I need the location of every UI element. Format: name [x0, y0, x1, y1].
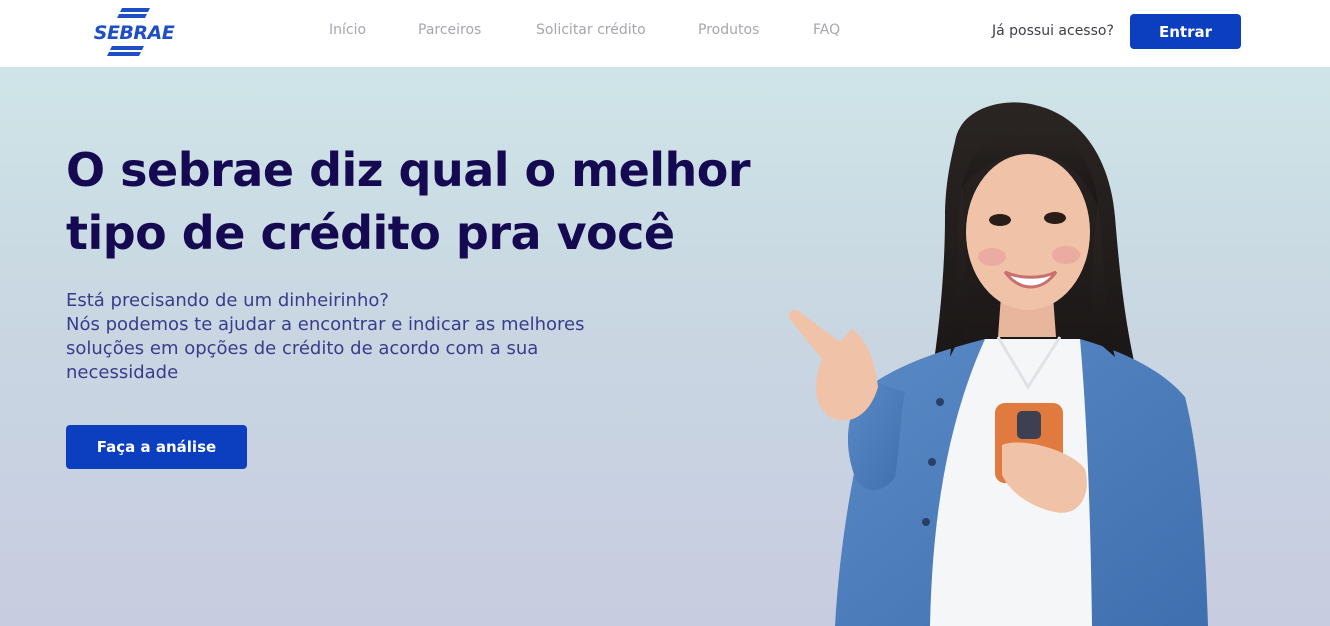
- hero-section: O sebrae diz qual o melhor tipo de crédi…: [0, 67, 1330, 626]
- hero-description-line: Nós podemos te ajudar a encontrar e indi…: [66, 314, 585, 335]
- top-navbar: SEBRAE Início Parceiros Solicitar crédit…: [0, 0, 1330, 67]
- nav-link-inicio[interactable]: Início: [329, 22, 366, 38]
- access-prompt: Já possui acesso?: [992, 23, 1114, 39]
- sebrae-logo[interactable]: SEBRAE: [88, 8, 180, 56]
- hero-description-line: Está precisando de um dinheirinho?: [66, 290, 389, 311]
- hero-title-line: O sebrae diz qual o melhor: [66, 143, 751, 197]
- nav-link-produtos[interactable]: Produtos: [698, 22, 759, 38]
- nav-link-solicitar-credito[interactable]: Solicitar crédito: [536, 22, 646, 38]
- hero-title-line: tipo de crédito pra você: [66, 206, 675, 260]
- hero-description-line: necessidade: [66, 362, 179, 383]
- login-button[interactable]: Entrar: [1130, 14, 1241, 49]
- hero-photo-woman: [789, 102, 1208, 626]
- nav-link-parceiros[interactable]: Parceiros: [418, 22, 481, 38]
- hero-title: O sebrae diz qual o melhor tipo de crédi…: [66, 139, 766, 265]
- nav-link-faq[interactable]: FAQ: [813, 22, 840, 38]
- hero-description: Está precisando de um dinheirinho? Nós p…: [66, 289, 686, 385]
- start-analysis-button[interactable]: Faça a análise: [66, 425, 247, 469]
- svg-text:SEBRAE: SEBRAE: [94, 22, 175, 44]
- hero-description-line: soluções em opções de crédito de acordo …: [66, 338, 539, 359]
